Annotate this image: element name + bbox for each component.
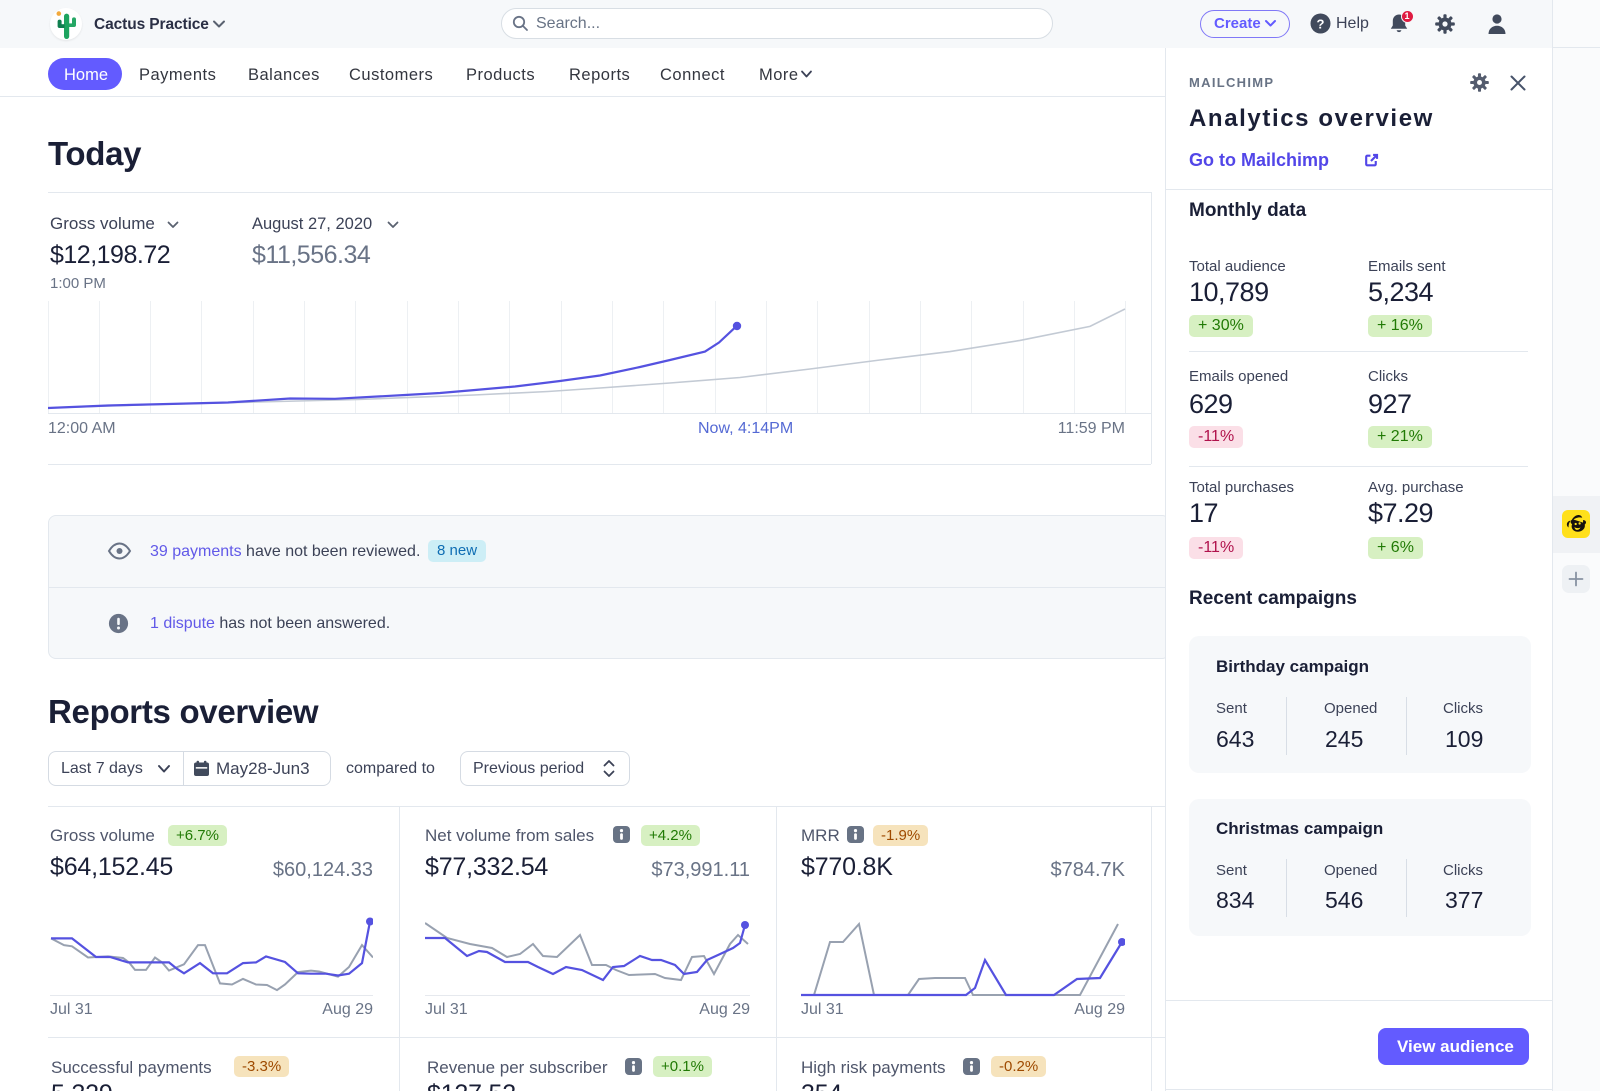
svg-text:?: ? [1317, 16, 1325, 31]
